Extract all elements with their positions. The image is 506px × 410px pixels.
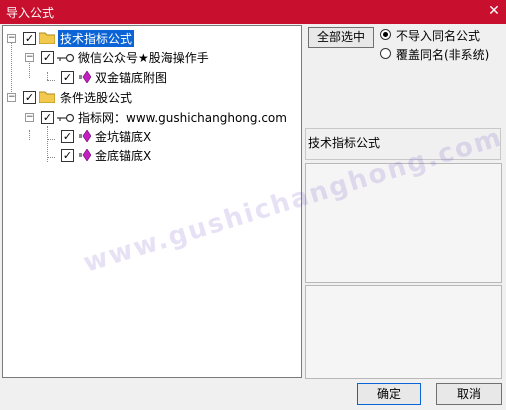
node-checkbox[interactable]: ✓ [61, 71, 74, 84]
close-icon[interactable]: ✕ [486, 3, 502, 19]
tree-node-formula[interactable]: ✓ 金坑锚底X [3, 127, 299, 145]
collapse-icon[interactable]: − [25, 113, 34, 122]
node-checkbox[interactable]: ✓ [61, 130, 74, 143]
window-title: 导入公式 [6, 6, 55, 20]
key-icon [57, 113, 75, 123]
collapse-icon[interactable]: − [7, 34, 16, 43]
node-checkbox[interactable]: ✓ [41, 111, 54, 124]
radio-overwrite-duplicates[interactable] [380, 48, 391, 59]
node-checkbox[interactable]: ✓ [23, 91, 36, 104]
import-formula-dialog: 导入公式 ✕ − ✓ 技术指标公式 − ✓ 微信公众号★股海操作手 ✓ 双金锚底… [0, 0, 506, 410]
node-checkbox[interactable]: ✓ [41, 51, 54, 64]
formula-icon [79, 71, 91, 83]
formula-tree[interactable]: − ✓ 技术指标公式 − ✓ 微信公众号★股海操作手 ✓ 双金锚底附图 − ✓ … [2, 25, 302, 378]
collapse-icon[interactable]: − [7, 93, 16, 102]
node-label: 微信公众号★股海操作手 [78, 51, 209, 65]
node-label: 指标网：www.gushichanghong.com [78, 111, 287, 125]
folder-icon [39, 32, 55, 44]
node-label: 双金锚底附图 [95, 71, 168, 85]
formula-icon [79, 149, 91, 161]
node-label: 金坑锚底X [95, 130, 152, 144]
formula-detail-panel [305, 285, 502, 379]
tree-node-technical-formulas[interactable]: − ✓ 技术指标公式 [3, 29, 299, 47]
key-icon [57, 53, 75, 63]
folder-icon [39, 91, 55, 103]
radio-overwrite-duplicates-label[interactable]: 覆盖同名(非系统) [396, 46, 489, 63]
formula-type-box: 技术指标公式 [305, 128, 501, 160]
select-all-button[interactable]: 全部选中 [308, 27, 374, 48]
formula-description-panel [305, 163, 502, 283]
cancel-button[interactable]: 取消 [436, 383, 502, 405]
node-label: 条件选股公式 [60, 91, 133, 105]
tree-node-formula[interactable]: ✓ 金底锚底X [3, 146, 299, 164]
tree-node-wechat[interactable]: − ✓ 微信公众号★股海操作手 [3, 48, 299, 66]
formula-icon [79, 130, 91, 142]
formula-type-label: 技术指标公式 [308, 136, 381, 150]
node-label: 技术指标公式 [58, 30, 135, 47]
tree-node-condition-formulas[interactable]: − ✓ 条件选股公式 [3, 88, 299, 106]
radio-skip-duplicates[interactable] [380, 29, 391, 40]
radio-skip-duplicates-label[interactable]: 不导入同名公式 [396, 27, 480, 44]
title-bar: 导入公式 ✕ [0, 0, 506, 24]
collapse-icon[interactable]: − [25, 53, 34, 62]
ok-button[interactable]: 确定 [357, 383, 421, 405]
node-checkbox[interactable]: ✓ [23, 32, 36, 45]
tree-node-site[interactable]: − ✓ 指标网：www.gushichanghong.com [3, 108, 299, 126]
node-label: 金底锚底X [95, 149, 152, 163]
tree-node-formula[interactable]: ✓ 双金锚底附图 [3, 68, 299, 86]
node-checkbox[interactable]: ✓ [61, 149, 74, 162]
